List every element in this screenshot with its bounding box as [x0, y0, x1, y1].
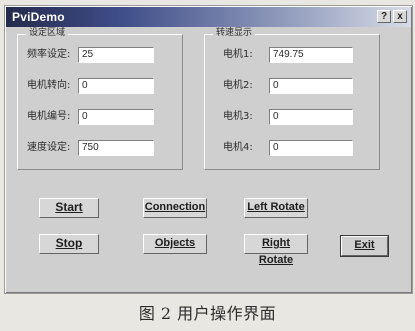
- left-rotate-button[interactable]: Left Rotate: [244, 198, 308, 218]
- motor-number-label: 电机编号:: [27, 111, 71, 122]
- close-button[interactable]: x: [393, 10, 407, 23]
- speed-setting-label: 速度设定:: [27, 142, 71, 153]
- screenshot-stage: PviDemo ? x 设定区域 频率设定: 25 电机转向: 0 电机编号: …: [0, 0, 415, 331]
- connection-button[interactable]: Connection: [143, 198, 207, 218]
- pvidemo-window: PviDemo ? x 设定区域 频率设定: 25 电机转向: 0 电机编号: …: [4, 5, 413, 294]
- title-bar[interactable]: PviDemo ? x: [6, 7, 411, 27]
- motor-number-input[interactable]: 0: [78, 109, 154, 125]
- settings-group: 设定区域 频率设定: 25 电机转向: 0 电机编号: 0 速度设定: 750: [17, 28, 183, 170]
- motor2-speed-field: 0: [269, 78, 353, 94]
- speed-display-group-title: 转速显示: [213, 28, 256, 39]
- motor2-label: 电机2:: [223, 80, 253, 91]
- motor3-label: 电机3:: [223, 111, 253, 122]
- motor1-label: 电机1:: [223, 49, 253, 60]
- direction-input[interactable]: 0: [78, 78, 154, 94]
- start-button[interactable]: Start: [39, 198, 99, 218]
- right-rotate-button[interactable]: Right Rotate: [244, 234, 308, 266]
- speed-setting-input[interactable]: 750: [78, 140, 154, 156]
- settings-group-title: 设定区域: [26, 28, 69, 39]
- exit-button[interactable]: Exit: [341, 236, 388, 256]
- frequency-label: 频率设定:: [27, 49, 71, 60]
- objects-button[interactable]: Objects: [143, 234, 207, 254]
- help-button[interactable]: ?: [377, 10, 391, 23]
- speed-display-group: 转速显示 电机1: 749.75 电机2: 0 电机3: 0 电机4: 0: [204, 28, 380, 170]
- stop-button[interactable]: Stop: [39, 234, 99, 254]
- frequency-input[interactable]: 25: [78, 47, 154, 63]
- motor1-speed-field: 749.75: [269, 47, 353, 63]
- motor4-speed-field: 0: [269, 140, 353, 156]
- figure-caption: 图 2 用户操作界面: [138, 304, 277, 323]
- direction-label: 电机转向:: [27, 80, 71, 91]
- window-title: PviDemo: [12, 10, 65, 24]
- motor3-speed-field: 0: [269, 109, 353, 125]
- motor4-label: 电机4:: [223, 142, 253, 153]
